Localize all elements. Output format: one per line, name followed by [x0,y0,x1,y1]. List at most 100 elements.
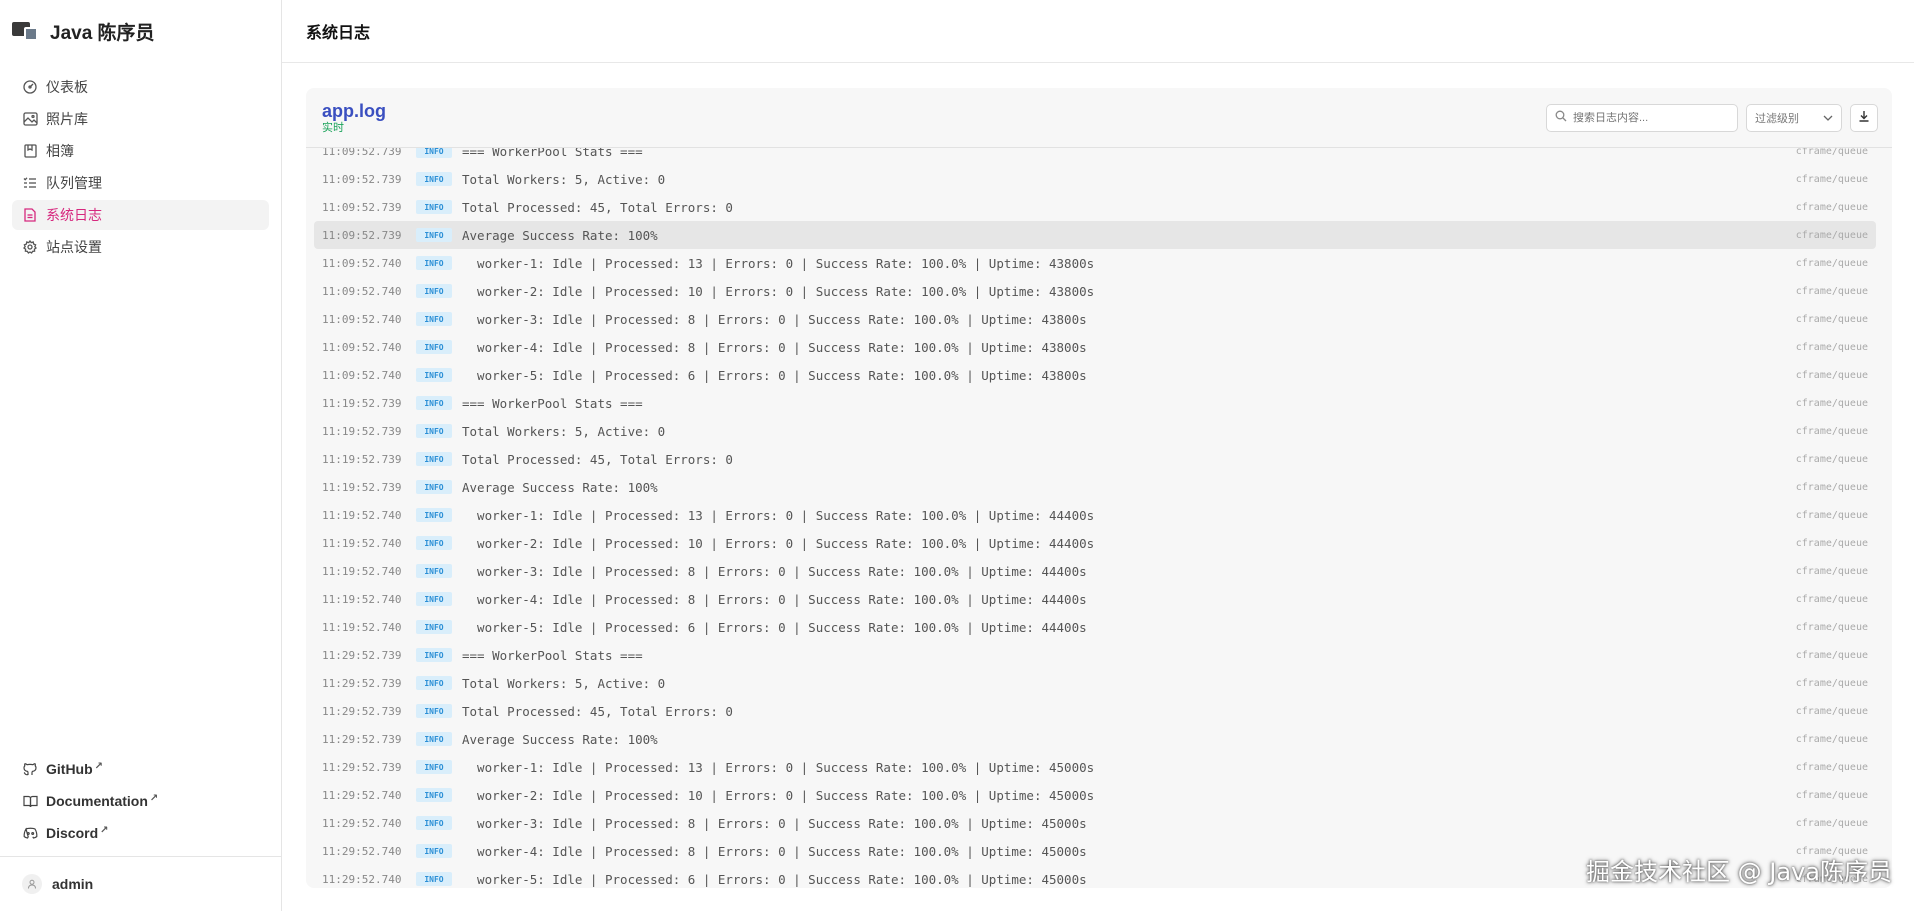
watermark: 掘金技术社区 @ Java陈序员 [1586,858,1892,886]
album-icon [22,143,38,159]
log-source: cframe/queue [1795,257,1868,269]
log-message: === WorkerPool Stats === [462,148,643,159]
log-level-badge: INFO [416,200,452,214]
log-source: cframe/queue [1795,677,1868,689]
log-timestamp: 11:19:52.740 [322,536,402,550]
log-row[interactable]: 11:09:52.740 INFO worker-4: Idle | Proces… [314,333,1876,361]
log-message: worker-4: Idle | Processed: 8 | Errors: … [462,591,1087,607]
log-timestamp: 11:19:52.740 [322,508,402,522]
sidebar-item-label: 站点设置 [46,239,102,255]
log-row[interactable]: 11:29:52.739 INFO Total Processed: 45, Tot… [314,697,1876,725]
log-timestamp: 11:29:52.740 [322,788,402,802]
log-row[interactable]: 11:29:52.739 INFO === WorkerPool Stats ===… [314,641,1876,669]
log-row[interactable]: 11:29:52.739 INFO worker-1: Idle | Proces… [314,753,1876,781]
log-message: worker-5: Idle | Processed: 6 | Errors: … [462,871,1087,887]
log-level-badge: INFO [416,648,452,662]
log-row[interactable]: 11:29:52.740 INFO worker-2: Idle | Proces… [314,781,1876,809]
avatar [22,874,42,894]
log-level-badge: INFO [416,424,452,438]
discord-link[interactable]: Discord ↗ [12,817,270,849]
log-row[interactable]: 11:19:52.739 INFO Total Processed: 45, Tot… [314,445,1876,473]
log-row[interactable]: 11:19:52.740 INFO worker-4: Idle | Proces… [314,585,1876,613]
github-link[interactable]: GitHub ↗ [12,753,270,785]
log-level-badge: INFO [416,788,452,802]
log-source: cframe/queue [1795,313,1868,325]
log-timestamp: 11:09:52.740 [322,368,402,382]
log-source: cframe/queue [1795,649,1868,661]
log-row[interactable]: 11:29:52.739 INFO Total Workers: 5, Active… [314,669,1876,697]
document-icon [22,207,38,223]
log-message: Average Success Rate: 100% [462,479,658,495]
log-row[interactable]: 11:09:52.740 INFO worker-5: Idle | Proces… [314,361,1876,389]
topbar: 系统日志 [282,0,1914,63]
log-row[interactable]: 11:19:52.739 INFO === WorkerPool Stats ===… [314,389,1876,417]
log-source: cframe/queue [1795,341,1868,353]
sidebar-item-photos[interactable]: 照片库 [12,104,269,134]
log-message: Total Processed: 45, Total Errors: 0 [462,199,733,215]
level-filter-select[interactable]: 过滤级别 [1746,104,1842,132]
log-level-badge: INFO [416,480,452,494]
log-row[interactable]: 11:09:52.740 INFO worker-2: Idle | Proces… [314,277,1876,305]
log-timestamp: 11:29:52.740 [322,872,402,886]
log-row[interactable]: 11:09:52.739 INFO Total Processed: 45, Tot… [314,193,1876,221]
queue-list-icon [22,175,38,191]
external-link-icon: ↗ [94,760,104,772]
sidebar-item-dashboard[interactable]: 仪表板 [12,72,269,102]
log-row[interactable]: 11:19:52.739 INFO Average Success Rate: 10… [314,473,1876,501]
log-row[interactable]: 11:09:52.740 INFO worker-3: Idle | Proces… [314,305,1876,333]
sidebar-item-label: 仪表板 [46,79,88,95]
log-source: cframe/queue [1795,705,1868,717]
log-row[interactable]: 11:29:52.739 INFO Average Success Rate: 10… [314,725,1876,753]
log-source: cframe/queue [1795,201,1868,213]
log-row[interactable]: 11:09:52.739 INFO Average Success Rate: 10… [314,221,1876,249]
download-log-button[interactable] [1850,104,1878,132]
log-level-badge: INFO [416,396,452,410]
sidebar-item-queue[interactable]: 队列管理 [12,168,269,198]
log-level-badge: INFO [416,340,452,354]
log-message: worker-3: Idle | Processed: 8 | Errors: … [462,815,1087,831]
log-row[interactable]: 11:29:52.740 INFO worker-3: Idle | Proces… [314,809,1876,837]
brand[interactable]: Java 陈序员 [0,0,281,62]
log-message: Average Success Rate: 100% [462,227,658,243]
log-row[interactable]: 11:09:52.739 INFO === WorkerPool Stats ===… [314,148,1876,165]
log-source: cframe/queue [1795,369,1868,381]
log-level-badge: INFO [416,536,452,550]
log-timestamp: 11:19:52.739 [322,480,402,494]
log-level-badge: INFO [416,148,452,158]
log-row[interactable]: 11:19:52.740 INFO worker-1: Idle | Proces… [314,501,1876,529]
documentation-link[interactable]: Documentation ↗ [12,785,270,817]
log-scrollbar[interactable] [1880,148,1892,888]
user-profile[interactable]: admin [0,856,281,911]
log-row[interactable]: 11:19:52.740 INFO worker-5: Idle | Proces… [314,613,1876,641]
log-source: cframe/queue [1795,481,1868,493]
log-level-badge: INFO [416,256,452,270]
sidebar-item-system-log[interactable]: 系统日志 [12,200,269,230]
github-link-label: GitHub [46,761,93,777]
brand-logo-icon [12,20,38,42]
log-tools: 过滤级别 [1546,104,1878,132]
log-row[interactable]: 11:19:52.740 INFO worker-2: Idle | Proces… [314,529,1876,557]
log-search-input[interactable] [1573,112,1733,124]
discord-link-label: Discord [46,825,99,841]
log-row[interactable]: 11:09:52.740 INFO worker-1: Idle | Proces… [314,249,1876,277]
log-list: 11:09:52.739 INFO === WorkerPool Stats ===… [314,148,1876,888]
log-source: cframe/queue [1795,285,1868,297]
log-row[interactable]: 11:19:52.740 INFO worker-3: Idle | Proces… [314,557,1876,585]
sidebar-item-site-settings[interactable]: 站点设置 [12,232,269,262]
main-content: 系统日志 app.log 实时 过滤级别 [282,0,1914,911]
sidebar-nav: 仪表板 照片库 相簿 队列管理 系统日志 站点设置 [0,62,281,264]
log-message: worker-5: Idle | Processed: 6 | Errors: … [462,367,1087,383]
log-row[interactable]: 11:19:52.739 INFO Total Workers: 5, Active… [314,417,1876,445]
sidebar-item-albums[interactable]: 相簿 [12,136,269,166]
log-timestamp: 11:19:52.739 [322,396,402,410]
log-row[interactable]: 11:09:52.739 INFO Total Workers: 5, Active… [314,165,1876,193]
log-timestamp: 11:09:52.739 [322,148,402,158]
dashboard-icon [22,79,38,95]
gear-icon [22,239,38,255]
sidebar-item-label: 系统日志 [46,207,102,223]
log-viewer[interactable]: 11:09:52.739 INFO === WorkerPool Stats ===… [306,148,1892,888]
log-message: === WorkerPool Stats === [462,647,643,663]
log-search-box[interactable] [1546,104,1738,132]
sidebar: Java 陈序员 仪表板 照片库 相簿 队列管理 系统日志 站点设置 GitHu… [0,0,282,911]
log-panel: app.log 实时 过滤级别 [306,88,1892,888]
